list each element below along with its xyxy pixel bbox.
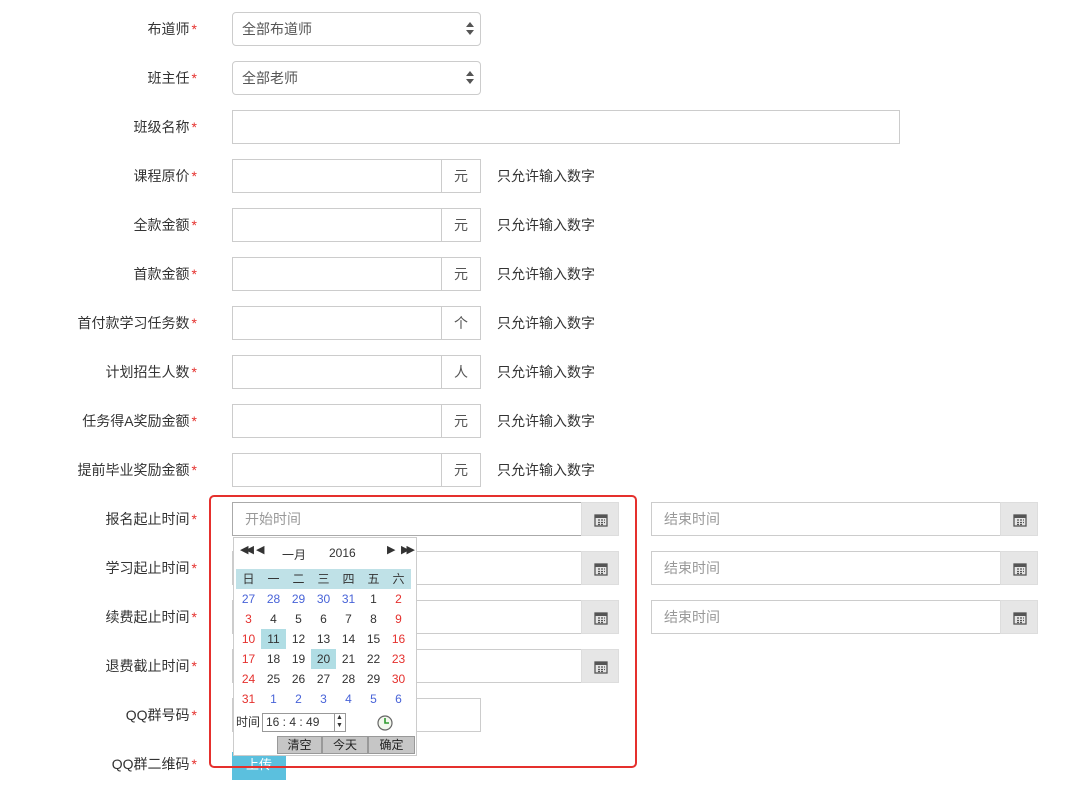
field-label: 布道师 * [147, 21, 197, 37]
field-label: 任务得A奖励金额 * [82, 413, 197, 429]
original-price-input[interactable] [232, 159, 442, 193]
field-label: 报名起止时间 * [105, 511, 197, 527]
first-payment-input[interactable] [232, 257, 442, 291]
numeric-hint: 只允许输入数字 [497, 413, 595, 429]
early-grad-reward-input[interactable] [232, 453, 442, 487]
select-arrows-icon [466, 71, 474, 85]
field-label: 班级名称 * [133, 119, 197, 135]
calendar-icon[interactable] [1000, 600, 1038, 634]
numeric-hint: 只允许输入数字 [497, 217, 595, 233]
first-tasks-input[interactable] [232, 306, 442, 340]
numeric-hint: 只允许输入数字 [497, 168, 595, 184]
unit-addon: 人 [441, 355, 481, 389]
field-label: 首款金额 * [133, 266, 197, 282]
unit-addon: 元 [441, 453, 481, 487]
class-name-input[interactable] [232, 110, 900, 144]
select-arrows-icon [466, 22, 474, 36]
signup-end-input[interactable]: 结束时间 [651, 502, 1002, 536]
calendar-icon[interactable] [1000, 551, 1038, 585]
numeric-hint: 只允许输入数字 [497, 364, 595, 380]
unit-addon: 元 [441, 404, 481, 438]
field-label: 续费起止时间 * [105, 609, 197, 625]
field-label: 提前毕业奖励金额 * [77, 462, 197, 478]
preacher-select[interactable]: 全部布道师 [232, 12, 481, 46]
field-label: 学习起止时间 * [105, 560, 197, 576]
renewal-end-input[interactable]: 结束时间 [651, 600, 1002, 634]
field-label: 课程原价 * [133, 168, 197, 184]
full-amount-input[interactable] [232, 208, 442, 242]
unit-addon: 元 [441, 257, 481, 291]
unit-addon: 元 [441, 208, 481, 242]
unit-addon: 元 [441, 159, 481, 193]
numeric-hint: 只允许输入数字 [497, 315, 595, 331]
head-teacher-select[interactable]: 全部老师 [232, 61, 481, 95]
planned-enrollment-input[interactable] [232, 355, 442, 389]
study-end-input[interactable]: 结束时间 [651, 551, 1002, 585]
field-label: 首付款学习任务数 * [77, 315, 197, 331]
numeric-hint: 只允许输入数字 [497, 266, 595, 282]
field-label: 计划招生人数 * [105, 364, 197, 380]
highlight-box [209, 495, 637, 768]
field-label: 班主任 * [147, 70, 197, 86]
field-label: 全款金额 * [133, 217, 197, 233]
unit-addon: 个 [441, 306, 481, 340]
field-label: QQ群二维码 * [111, 756, 197, 772]
field-label: 退费截止时间 * [105, 658, 197, 674]
task-a-reward-input[interactable] [232, 404, 442, 438]
calendar-icon[interactable] [1000, 502, 1038, 536]
numeric-hint: 只允许输入数字 [497, 462, 595, 478]
field-label: QQ群号码 * [125, 707, 197, 723]
